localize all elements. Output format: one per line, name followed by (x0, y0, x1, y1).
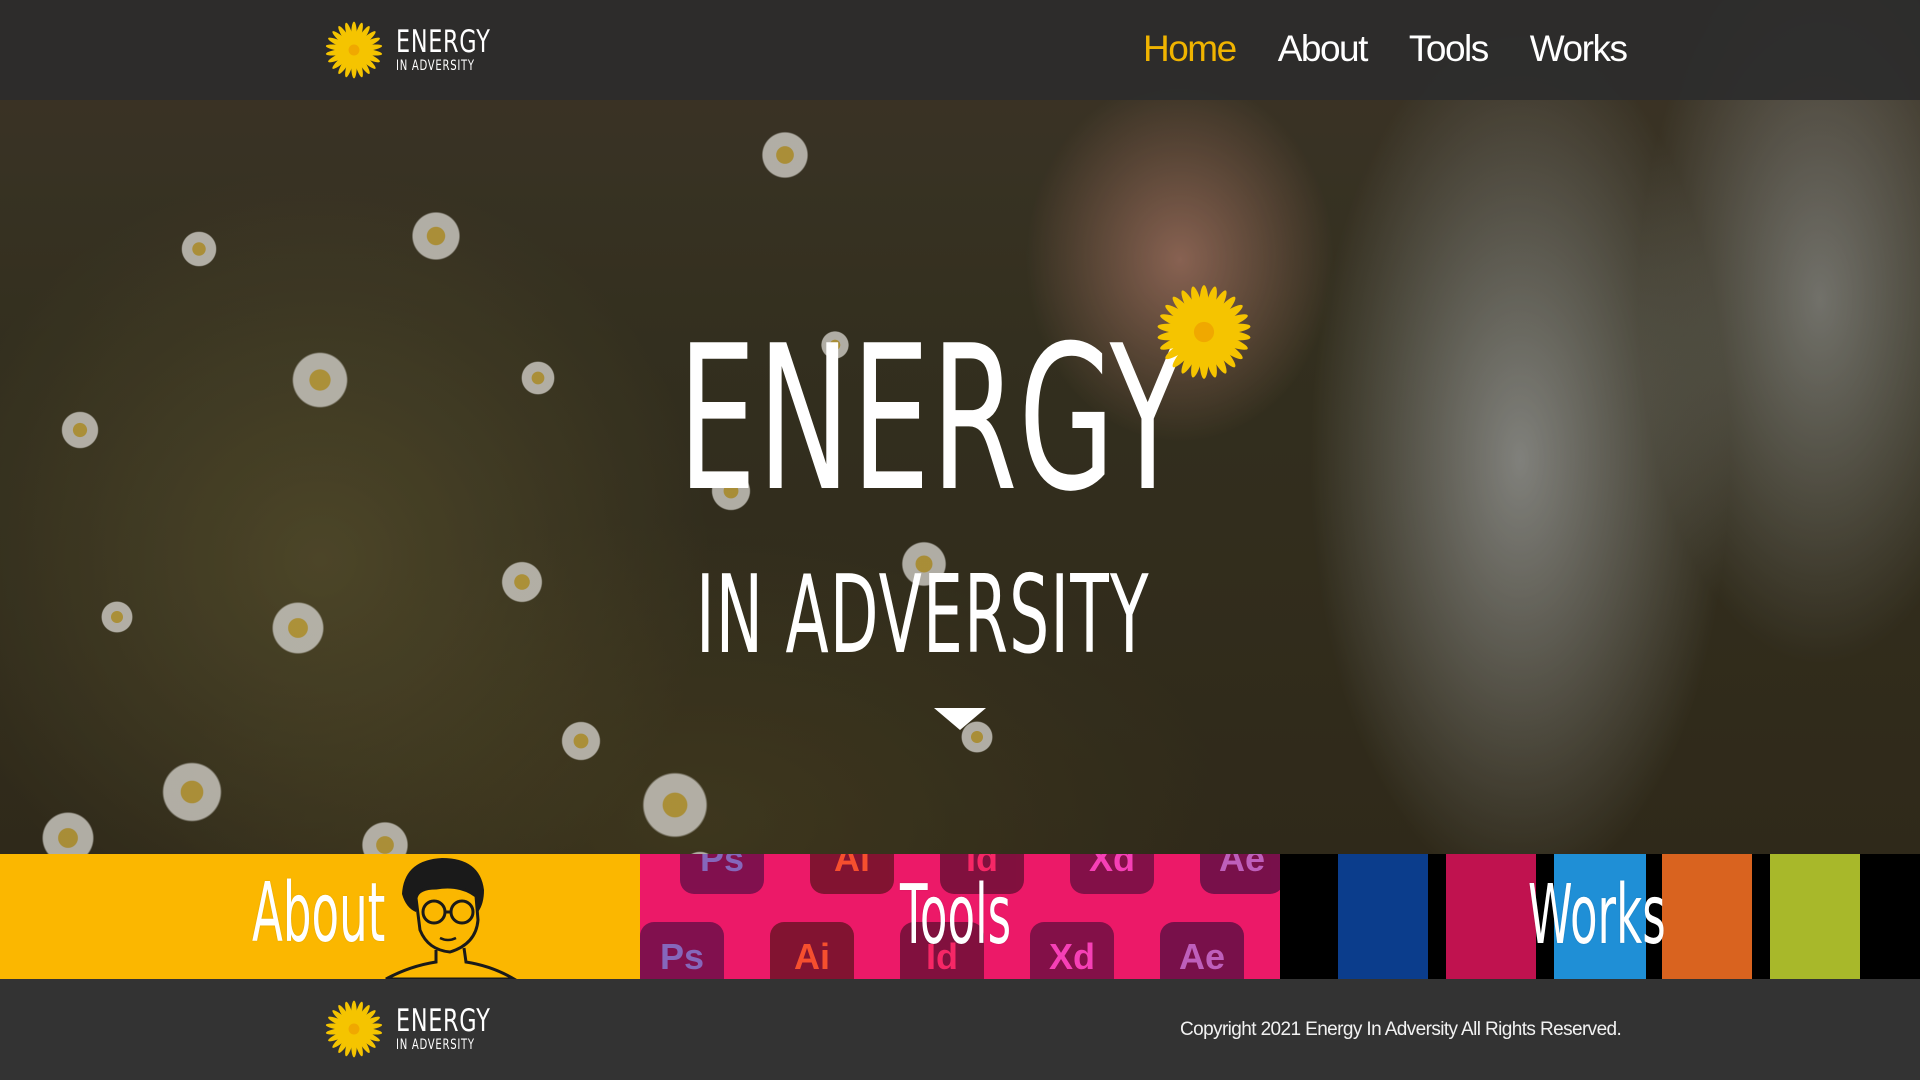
nav-works-link[interactable]: Works (1530, 28, 1628, 70)
site-header: ENERGY IN ADVERSITY Home About Tools Wor… (0, 0, 1920, 100)
app-icon-ai: Ai (770, 922, 854, 979)
app-icon-xd: Xd (1030, 922, 1114, 979)
color-bar (1662, 854, 1752, 979)
copyright-text: Copyright 2021 Energy In Adversity All R… (1180, 1019, 1622, 1040)
color-bar (1446, 854, 1536, 979)
hero-title: ENERGY IN ADVERSITY (0, 0, 1920, 854)
about-tile[interactable]: About (0, 854, 640, 979)
header-logo[interactable]: ENERGY IN ADVERSITY (320, 16, 527, 84)
nav-home-link[interactable]: Home (1143, 28, 1237, 70)
nav-tools-link[interactable]: Tools (1409, 28, 1489, 70)
color-bar (1770, 854, 1860, 979)
footer-logo[interactable]: ENERGY IN ADVERSITY (320, 995, 527, 1063)
tools-tile[interactable]: Ps Ai Id Xd Ae Ps Ai Id Xd Ae Tools (640, 854, 1280, 979)
nav-about-link[interactable]: About (1278, 28, 1369, 70)
logo-text-adversity: IN ADVERSITY (396, 58, 475, 74)
hero-title-adversity: IN ADVERSITY (696, 553, 1150, 678)
chevron-down-icon[interactable] (934, 708, 986, 730)
hero-title-energy: ENERGY (678, 303, 1187, 536)
app-icon-ae: Ae (1200, 854, 1280, 894)
logo-text-energy: ENERGY (396, 24, 491, 60)
logo-text-adversity: IN ADVERSITY (396, 1037, 475, 1053)
sunflower-icon (325, 1000, 383, 1058)
site-footer: ENERGY IN ADVERSITY Copyright 2021 Energ… (0, 979, 1920, 1080)
color-bar (1338, 854, 1428, 979)
feature-strip: About Ps Ai Id Xd Ae Ps Ai Id Xd Ae Tools Works (0, 854, 1920, 979)
tools-tile-label: Tools (900, 868, 1012, 963)
app-icon-xd: Xd (1070, 854, 1154, 894)
hero-section: ENERGY IN ADVERSITY (0, 0, 1920, 854)
sunflower-icon (1157, 285, 1251, 379)
works-tile-label: Works (1528, 868, 1666, 963)
sunflower-icon (325, 21, 383, 79)
app-icon-ae: Ae (1160, 922, 1244, 979)
app-icon-ai: Ai (810, 854, 894, 894)
app-icon-ps: Ps (640, 922, 724, 979)
main-nav: Home About Tools Works (1143, 28, 1668, 70)
about-tile-label: About (252, 866, 386, 961)
portrait-illustration (385, 858, 517, 979)
works-tile[interactable]: Works (1280, 854, 1920, 979)
logo-text-energy: ENERGY (396, 1003, 491, 1039)
app-icon-ps: Ps (680, 854, 764, 894)
